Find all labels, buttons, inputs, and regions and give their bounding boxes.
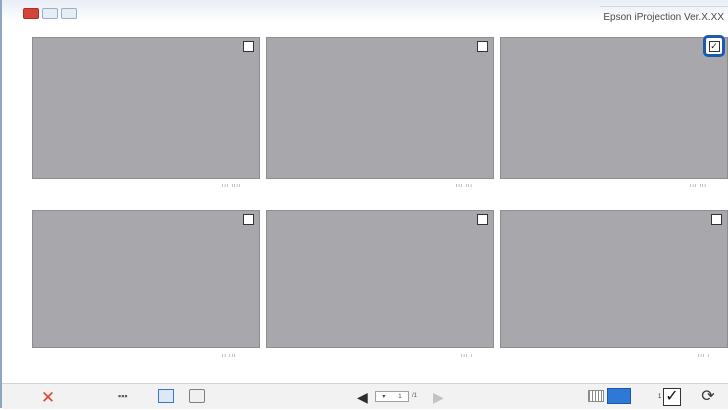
page-current: 1 <box>398 393 402 400</box>
thumbnail-checkbox[interactable] <box>477 41 488 52</box>
window-controls <box>23 8 83 19</box>
refresh-icon[interactable]: ⟳ <box>699 387 717 405</box>
window-title: Epson iProjection Ver.X.XX <box>603 12 724 23</box>
thumbnail-caption: ııı ııı <box>690 183 707 189</box>
maximize-window-button[interactable] <box>61 8 77 19</box>
minimize-window-button[interactable] <box>42 8 58 19</box>
projection-icon[interactable] <box>189 389 205 403</box>
thumbnail-checkbox[interactable] <box>477 214 488 225</box>
thumbnail-caption: ııı ııı <box>456 183 473 189</box>
thumbnail-caption: ııı ı <box>698 353 710 359</box>
title-bar: Epson iProjection Ver.X.XX <box>2 0 728 23</box>
page-total: /1 <box>412 393 418 399</box>
thumbnail-image[interactable] <box>266 210 494 348</box>
thumbnail-caption: ııı ıııı <box>222 183 242 189</box>
thumbnail-checkbox[interactable] <box>243 214 254 225</box>
thumbnail-image[interactable] <box>500 210 728 348</box>
selected-count: 1 <box>658 394 662 400</box>
thumbnail-checkbox[interactable] <box>243 41 254 52</box>
thumbnail-image[interactable] <box>500 37 728 179</box>
thumbnail-caption: ııı ı <box>461 353 473 359</box>
title-divider <box>600 6 728 7</box>
page-step-icon[interactable]: ▾ <box>382 393 385 400</box>
next-page-icon[interactable]: ▶ <box>433 389 444 406</box>
thumbnail-image[interactable] <box>266 37 494 179</box>
delete-icon[interactable]: ✕ <box>39 388 57 406</box>
thumbnail-checkbox[interactable] <box>711 214 722 225</box>
close-window-button[interactable] <box>23 8 39 19</box>
thumbnail-image[interactable] <box>32 37 260 179</box>
resize-icon[interactable]: ▪▪▪ <box>118 391 128 401</box>
selected-checkbox-highlight[interactable]: ✓ <box>703 35 725 57</box>
previous-page-icon[interactable]: ◀ <box>357 389 368 406</box>
thumbnail-checkbox-checked[interactable]: ✓ <box>708 40 720 52</box>
bottom-toolbar: ✕ ▪▪▪ ◀ ▾ 1 /1 ▶ 1 ✓ ⟳ <box>2 383 728 409</box>
layout-list-icon[interactable] <box>588 390 604 402</box>
multi-screen-icon[interactable] <box>158 389 174 403</box>
thumbnail-image[interactable] <box>32 210 260 348</box>
layout-grid-icon[interactable] <box>607 388 631 404</box>
thumbnail-grid: ııı ıııı ııı ııı ✓ ııı ııı ıı ııı ııı ı <box>32 35 728 359</box>
page-number-input[interactable]: ▾ 1 <box>375 391 409 402</box>
select-all-checkbox[interactable]: ✓ <box>663 388 681 406</box>
app-window: Epson iProjection Ver.X.XX ııı ıııı ııı … <box>0 0 728 409</box>
thumbnail-caption: ıı ııı <box>222 353 237 359</box>
